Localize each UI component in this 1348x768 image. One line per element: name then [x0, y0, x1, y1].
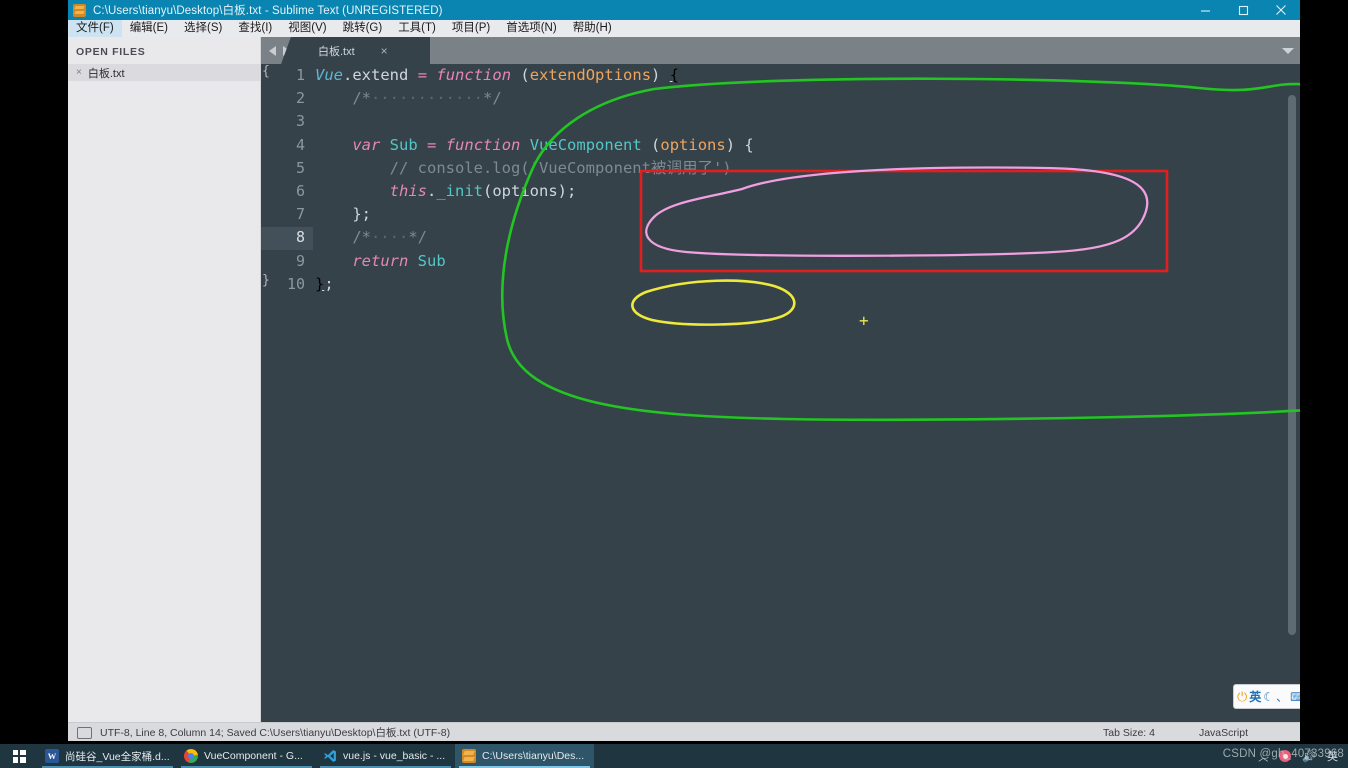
line-number: 6: [295, 181, 305, 200]
code-line-5: // console.log('VueComponent被调用了'): [389, 158, 732, 177]
line-number: 5: [295, 158, 305, 177]
minimize-button[interactable]: [1186, 0, 1224, 20]
code-line-6: this._init(options);: [389, 181, 577, 200]
chrome-icon: [184, 749, 198, 763]
tab-baiban-txt[interactable]: 白板.txt ×: [296, 37, 430, 64]
editor-vertical-scrollbar[interactable]: [1288, 95, 1296, 635]
line-number: 10: [286, 274, 305, 293]
taskbar-item-word[interactable]: W 尚硅谷_Vue全家桶.d...: [38, 744, 177, 768]
punctuation-icon[interactable]: 、: [1276, 691, 1288, 703]
code-line-2: /*············*/: [352, 89, 502, 108]
word-icon: W: [45, 749, 59, 763]
status-bar: UTF-8, Line 8, Column 14; Saved C:\Users…: [68, 722, 1300, 741]
maximize-button[interactable]: [1224, 0, 1262, 20]
sublime-text-window: C:\Users\tianyu\Desktop\白板.txt - Sublime…: [68, 0, 1300, 741]
status-message: UTF-8, Line 8, Column 14; Saved C:\Users…: [100, 727, 451, 739]
sublime-text-logo-icon: [73, 3, 86, 17]
taskbar-item-chrome[interactable]: VueComponent - G...: [177, 744, 316, 768]
ime-mode-label[interactable]: 英: [1249, 691, 1261, 703]
line-number: 2: [295, 89, 305, 108]
menu-item-find[interactable]: 查找(I): [230, 20, 280, 37]
close-icon[interactable]: ×: [76, 67, 82, 78]
fold-open-marker[interactable]: {: [262, 64, 270, 79]
menu-item-goto[interactable]: 跳转(G): [335, 20, 391, 37]
menu-item-file[interactable]: 文件(F): [68, 20, 122, 37]
tab-close-icon[interactable]: ×: [381, 45, 388, 57]
status-tab-size[interactable]: Tab Size: 4: [1103, 727, 1155, 739]
sidebar-item-baiban-txt[interactable]: × 白板.txt: [68, 64, 260, 81]
status-right-group: Tab Size: 4 JavaScript: [1103, 723, 1300, 741]
line-number: 7: [295, 205, 305, 224]
window-title: C:\Users\tianyu\Desktop\白板.txt - Sublime…: [93, 5, 443, 17]
sidebar-file-label: 白板.txt: [87, 67, 125, 80]
sidebar-toggle-icon[interactable]: [77, 726, 92, 739]
menu-item-view[interactable]: 视图(V): [280, 20, 334, 37]
status-syntax[interactable]: JavaScript: [1199, 727, 1248, 739]
tab-label: 白板.txt: [318, 45, 355, 58]
code-area[interactable]: { } 1 2 3 4 5 6 7 8 9 10 Vue.extend = fu…: [261, 64, 1300, 722]
line-number: 3: [295, 112, 305, 131]
fold-close-marker[interactable]: }: [262, 273, 270, 288]
window-controls: [1186, 0, 1300, 20]
menu-item-project[interactable]: 项目(P): [444, 20, 498, 37]
title-bar: C:\Users\tianyu\Desktop\白板.txt - Sublime…: [68, 0, 1300, 20]
taskbar-item-vscode[interactable]: vue.js - vue_basic - ...: [316, 744, 455, 768]
code-line-8: /*····*/: [352, 228, 427, 247]
tab-overflow-button[interactable]: [1276, 37, 1300, 64]
taskbar-item-sublime[interactable]: C:\Users\tianyu\Des...: [455, 744, 594, 768]
taskbar-item-label: VueComponent - G...: [204, 750, 303, 762]
open-files-header: OPEN FILES: [76, 46, 146, 58]
start-button[interactable]: [0, 744, 38, 768]
taskbar-item-label: 尚硅谷_Vue全家桶.d...: [65, 750, 170, 763]
fold-column: { }: [261, 64, 271, 722]
arrow-left-icon[interactable]: [269, 45, 276, 56]
windows-logo-icon: [12, 749, 26, 763]
csdn-watermark: CSDN @gh_40733968: [1222, 748, 1344, 760]
menu-item-help[interactable]: 帮助(H): [565, 20, 620, 37]
menu-item-preferences[interactable]: 首选项(N): [498, 20, 564, 37]
taskbar-item-label: vue.js - vue_basic - ...: [343, 750, 446, 762]
power-icon[interactable]: ⏻: [1237, 690, 1247, 703]
sublime-text-icon: [462, 749, 476, 763]
moon-icon[interactable]: ☾: [1263, 691, 1274, 703]
keyboard-icon[interactable]: ⌨: [1290, 691, 1300, 703]
code-line-10: };: [315, 274, 334, 293]
line-number: 4: [295, 135, 305, 154]
code-lines[interactable]: Vue.extend = function (extendOptions) { …: [315, 64, 1300, 296]
taskbar-item-label: C:\Users\tianyu\Des...: [482, 750, 585, 762]
code-line-7: };: [352, 205, 371, 224]
windows-taskbar: W 尚硅谷_Vue全家桶.d... VueComponent - G... vu…: [0, 744, 1348, 768]
menu-item-tools[interactable]: 工具(T): [390, 20, 444, 37]
mouse-cursor-crosshair: +: [859, 311, 869, 330]
vscode-icon: [323, 749, 337, 763]
screen: C:\Users\tianyu\Desktop\白板.txt - Sublime…: [0, 0, 1348, 768]
menu-item-edit[interactable]: 编辑(E): [122, 20, 176, 37]
code-line-9: return Sub: [352, 251, 446, 270]
menu-item-selection[interactable]: 选择(S): [176, 20, 230, 37]
line-number: 9: [295, 251, 305, 270]
side-bar: OPEN FILES × 白板.txt: [68, 37, 261, 722]
code-line-1: Vue.extend = function (extendOptions) {: [315, 66, 680, 84]
close-button[interactable]: [1262, 0, 1300, 20]
menu-bar: 文件(F) 编辑(E) 选择(S) 查找(I) 视图(V) 跳转(G) 工具(T…: [68, 20, 1300, 38]
editor-pane: 白板.txt × { } 1 2 3 4 5 6 7 8 9 10 Vue.ex…: [261, 37, 1300, 722]
line-number: 1: [295, 66, 305, 84]
line-number-gutter: 1 2 3 4 5 6 7 8 9 10: [271, 64, 307, 296]
line-number-active: 8: [295, 228, 305, 247]
tab-strip: 白板.txt ×: [261, 37, 1300, 64]
ime-floating-toolbar[interactable]: ⏻ 英 ☾ 、 ⌨ 👤 🔧: [1233, 684, 1300, 709]
code-line-4: var Sub = function VueComponent (options…: [352, 135, 754, 154]
chevron-down-icon: [1282, 47, 1294, 54]
